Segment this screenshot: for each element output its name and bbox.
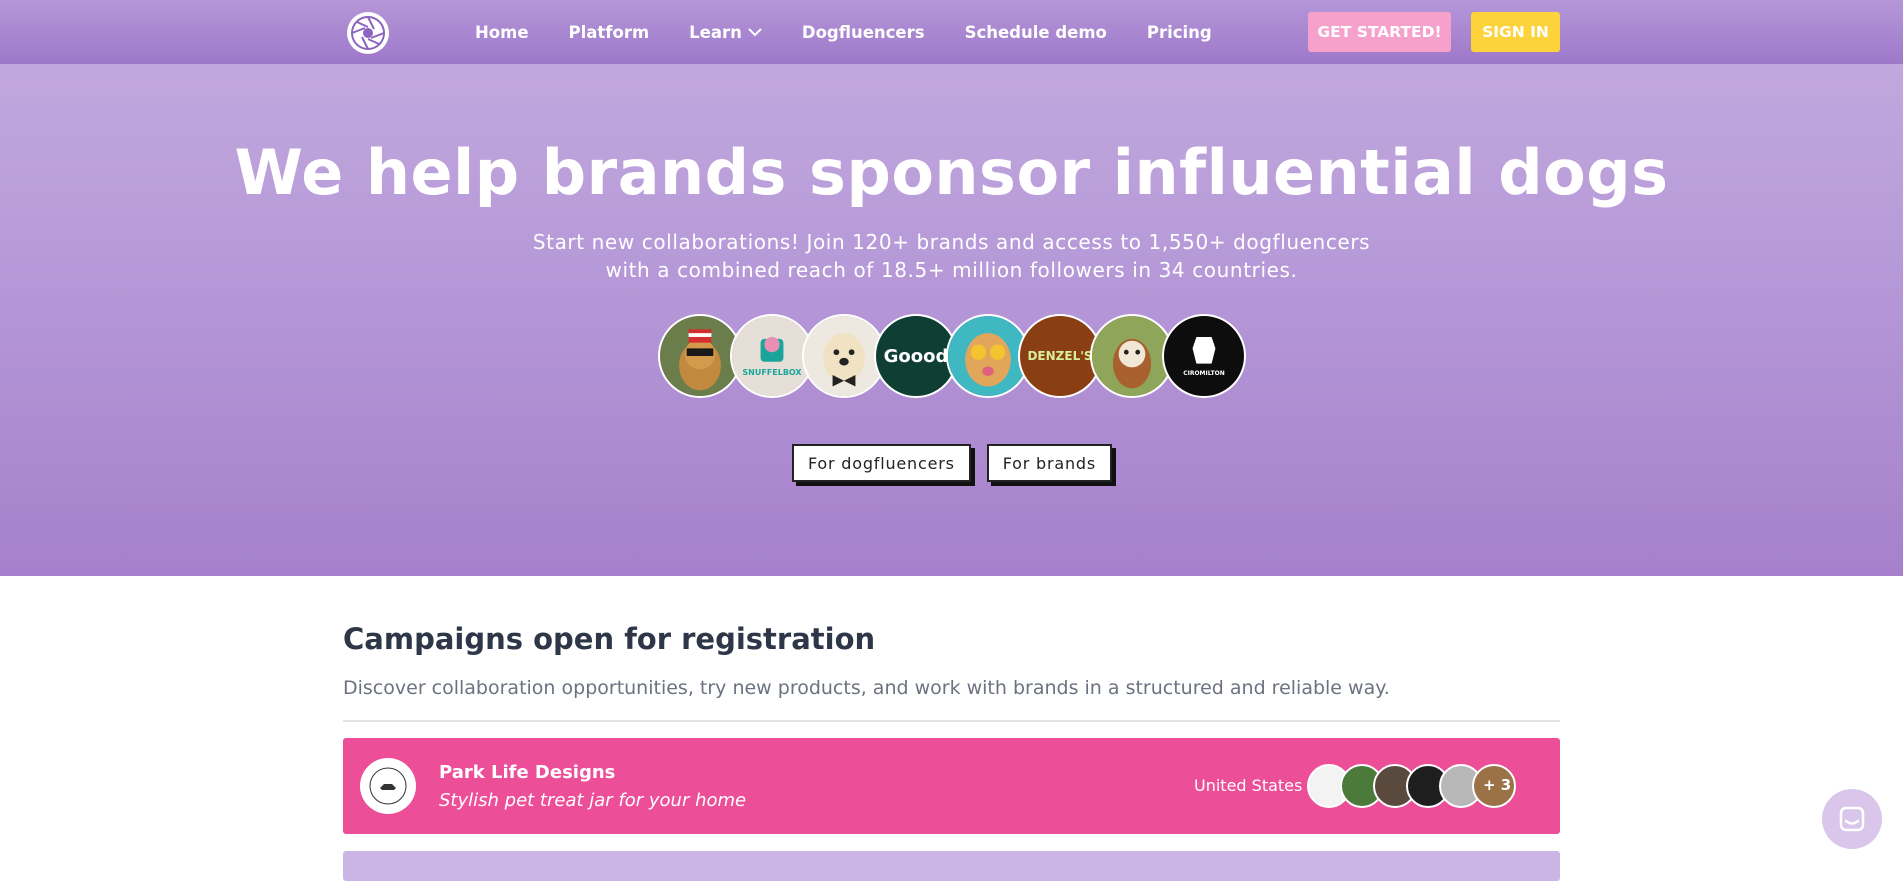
logo[interactable] [347,12,389,54]
hero-subtitle-line1: Start new collaborations! Join 120+ bran… [532,230,1371,254]
avatar-ciromilton: CIROMILTON [1162,314,1246,398]
get-started-button[interactable]: GET STARTED! [1308,12,1451,52]
nav-platform[interactable]: Platform [569,23,650,42]
hero-section: Home Platform Learn Dogfluencers Schedul… [0,0,1903,576]
camera-aperture-icon [351,16,385,50]
hero-buttons: For dogfluencers For brands [792,444,1128,482]
hero-subtitle: Start new collaborations! Join 120+ bran… [0,228,1903,284]
next-campaign-card[interactable] [343,851,1560,881]
brand-avatar-row: SNUFFELBOX Goood DENZEL'S CIROMILTON [658,314,1246,398]
for-dogfluencers-button[interactable]: For dogfluencers [792,444,971,482]
nav-pricing[interactable]: Pricing [1147,23,1212,42]
campaign-participant-avatars [1307,764,1516,808]
nav-links: Home Platform Learn Dogfluencers Schedul… [475,0,1252,64]
campaign-country: United States [1194,776,1303,795]
top-navbar: Home Platform Learn Dogfluencers Schedul… [0,0,1903,64]
for-brands-button[interactable]: For brands [986,444,1113,482]
campaign-brand-name: Park Life Designs [439,762,616,783]
campaign-brand-logo [360,758,416,814]
campaign-card[interactable]: Park Life Designs Stylish pet treat jar … [343,738,1560,834]
campaigns-subtitle: Discover collaboration opportunities, tr… [343,677,1390,699]
section-divider [343,720,1560,722]
campaign-more-count: + 3 [1483,776,1512,794]
chat-icon [1839,806,1865,832]
ciromilton-label: CIROMILTON [1183,370,1225,377]
snuffelbox-label: SNUFFELBOX [742,368,802,377]
campaign-description: Stylish pet treat jar for your home [439,790,747,811]
hero-title: We help brands sponsor influential dogs [234,136,1669,209]
hero-subtitle-line2: with a combined reach of 18.5+ million f… [605,258,1298,282]
nav-home[interactable]: Home [475,23,529,42]
nav-schedule-demo[interactable]: Schedule demo [965,23,1107,42]
nav-learn-label: Learn [689,22,742,42]
chevron-down-icon [748,27,762,37]
goood-label: Goood [883,345,949,367]
campaigns-title: Campaigns open for registration [343,622,876,656]
nav-learn[interactable]: Learn [689,23,762,42]
denzels-label: DENZEL'S [1027,349,1093,363]
nav-dogfluencers[interactable]: Dogfluencers [802,23,925,42]
sign-in-button[interactable]: SIGN IN [1471,12,1560,52]
chat-launcher[interactable] [1822,789,1882,849]
